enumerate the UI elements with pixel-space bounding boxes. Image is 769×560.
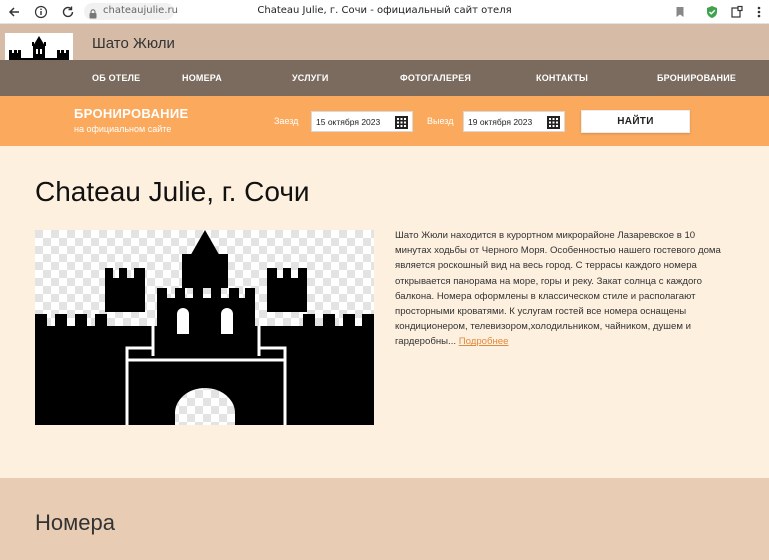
back-arrow-icon[interactable]	[6, 4, 22, 20]
checkin-date-value: 15 октября 2023	[316, 117, 381, 127]
nav-item-gallery[interactable]: ФОТОГАЛЕРЕЯ	[400, 73, 471, 83]
menu-icon[interactable]	[751, 4, 767, 20]
booking-bar: БРОНИРОВАНИЕ на официальном сайте Заезд …	[0, 96, 769, 146]
checkin-date-field[interactable]: 15 октября 2023	[311, 111, 413, 132]
rooms-section: Номера	[0, 478, 769, 560]
url-text: chateaujulie.ru	[103, 5, 178, 16]
reload-icon[interactable]	[60, 4, 76, 20]
checkin-label: Заезд	[274, 116, 299, 126]
nav-item-services[interactable]: УСЛУГИ	[292, 73, 329, 83]
checkout-date-value: 19 октября 2023	[468, 117, 533, 127]
calendar-icon[interactable]	[547, 116, 560, 129]
booking-title: БРОНИРОВАНИЕ	[74, 106, 189, 121]
browser-toolbar: chateaujulie.ru Chateau Julie, г. Сочи -…	[0, 0, 769, 24]
extension-icon[interactable]	[729, 4, 745, 20]
castle-image	[35, 230, 374, 425]
checkout-label: Выезд	[427, 116, 454, 126]
info-icon[interactable]	[33, 4, 49, 20]
more-link[interactable]: Подробнее	[459, 336, 509, 347]
lock-icon	[89, 6, 97, 19]
page-title: Chateau Julie, г. Сочи	[35, 176, 310, 207]
shield-icon[interactable]	[704, 4, 720, 20]
nav-item-contacts[interactable]: КОНТАКТЫ	[536, 73, 588, 83]
booking-subtitle: на официальном сайте	[74, 124, 172, 134]
calendar-icon[interactable]	[395, 116, 408, 129]
nav-item-about[interactable]: ОБ ОТЕЛЕ	[92, 73, 140, 83]
nav-item-rooms[interactable]: НОМЕРА	[182, 73, 222, 83]
rooms-heading: Номера	[35, 510, 115, 535]
bookmark-icon[interactable]	[672, 4, 688, 20]
nav-item-booking[interactable]: БРОНИРОВАНИЕ	[657, 73, 736, 83]
intro-paragraph: Шато Жюли находится в курортном микрорай…	[395, 230, 721, 348]
intro-text: Шато Жюли находится в курортном микрорай…	[395, 228, 733, 350]
address-bar[interactable]: chateaujulie.ru	[84, 3, 178, 20]
main-nav: ОБ ОТЕЛЕ НОМЕРА УСЛУГИ ФОТОГАЛЕРЕЯ КОНТА…	[0, 60, 769, 96]
site-title[interactable]: Шато Жюли	[92, 35, 175, 52]
checkout-date-field[interactable]: 19 октября 2023	[463, 111, 565, 132]
search-button[interactable]: НАЙТИ	[581, 110, 690, 133]
